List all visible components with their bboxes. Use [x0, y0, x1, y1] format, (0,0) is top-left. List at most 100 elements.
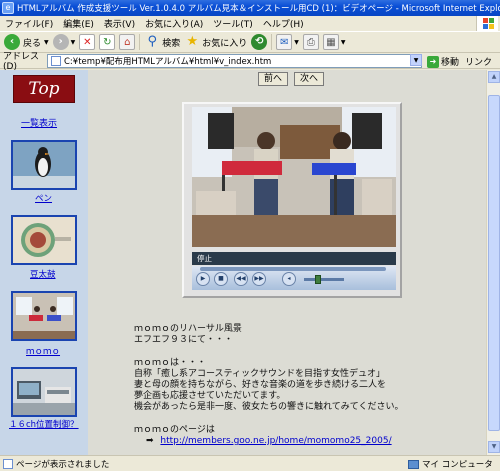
zone-label: マイ コンピュータ: [422, 460, 493, 470]
next-track-button[interactable]: ▶▶: [252, 272, 266, 286]
menu-favorites[interactable]: お気に入り(A): [140, 17, 208, 30]
previous-track-button[interactable]: ◀◀: [234, 272, 248, 286]
favorites-label: お気に入り: [202, 38, 248, 49]
home-icon: ⌂: [119, 34, 136, 50]
thumbnail-momo[interactable]: [11, 291, 77, 341]
address-label: アドレス(D): [3, 52, 40, 72]
description-line-1: ｍｏｍｏのリハーサル風景: [134, 324, 242, 334]
thumbnail-16ch[interactable]: [11, 367, 77, 417]
chevron-down-icon: ▼: [294, 38, 299, 46]
arrow-right-icon: ➡: [146, 436, 154, 446]
status-text: ページが表示されました: [16, 459, 110, 470]
description-line-7: 機会があったら是非一度、彼女たちの響きに触れてみてください。: [134, 402, 404, 412]
title-bar: e HTMLアルバム 作成支援ツール Ver.1.0.4.0 アルバム見本＆イン…: [0, 0, 500, 16]
back-arrow-icon: ‹: [4, 34, 20, 50]
favorites-button[interactable]: ★ お気に入り: [184, 34, 247, 50]
toolbar-separator: [139, 34, 141, 50]
edit-icon: ▦: [322, 34, 339, 50]
page-done-icon: [3, 458, 13, 469]
main-area: 前へ 次へ 停止 ▶ ■ ◀◀ ▶▶ ◂ ｍｏｍｏのリハーサル風景 エフエフ９３…: [88, 70, 486, 455]
home-button[interactable]: ⌂: [119, 34, 136, 50]
address-input[interactable]: C:¥temp¥配布用HTMLアルバム¥html¥v_index.htm: [47, 54, 422, 68]
sidebar: Top 一覧表示 ペン 豆太鼓 ｍｏｍｏ １６ch位置制御？: [0, 70, 88, 455]
caption-penguin[interactable]: ペン: [35, 192, 52, 204]
description-line-8: ｍｏｍｏのページは: [134, 425, 215, 435]
caption-16ch[interactable]: １６ch位置制御？: [9, 418, 79, 430]
go-arrow-icon: ➜: [427, 55, 439, 68]
seek-bar[interactable]: [200, 267, 386, 271]
mail-button[interactable]: ✉ ▼: [276, 34, 299, 50]
window-title: HTMLアルバム 作成支援ツール Ver.1.0.4.0 アルバム見本＆インスト…: [17, 4, 500, 14]
menu-edit[interactable]: 編集(E): [58, 17, 99, 30]
play-button[interactable]: ▶: [196, 272, 210, 286]
address-value: C:¥temp¥配布用HTMLアルバム¥html¥v_index.htm: [64, 57, 272, 67]
history-button[interactable]: ⟲: [251, 34, 268, 50]
thumbnail-drum[interactable]: [11, 215, 77, 265]
menu-bar: ファイル(F) 編集(E) 表示(V) お気に入り(A) ツール(T) ヘルプ(…: [0, 16, 500, 31]
page-icon: [51, 56, 61, 66]
penguin-image: [13, 142, 75, 188]
index-link[interactable]: 一覧表示: [21, 116, 57, 129]
16ch-image: [13, 369, 75, 415]
page-content: Top 一覧表示 ペン 豆太鼓 ｍｏｍｏ １６ch位置制御？ 前へ 次へ 停止 …: [0, 70, 486, 455]
menu-file[interactable]: ファイル(F): [0, 17, 58, 30]
prev-button[interactable]: 前へ: [258, 72, 288, 86]
menu-help[interactable]: ヘルプ(H): [258, 17, 309, 30]
stop-icon: ✕: [79, 34, 96, 50]
chevron-down-icon: ▼: [340, 38, 346, 46]
chevron-down-icon: ▼: [44, 38, 49, 46]
back-label: 戻る: [23, 38, 42, 49]
links-button[interactable]: リンク: [465, 55, 492, 68]
drum-image: [13, 217, 75, 263]
description-line-6: 夢企画も応援させていただいてます。: [134, 391, 286, 401]
ie-icon: e: [2, 2, 14, 14]
go-label: 移動: [441, 58, 460, 68]
description-line-2: エフエフ９３にて・・・: [134, 335, 234, 345]
forward-arrow-icon: ›: [52, 34, 69, 50]
scroll-up-icon[interactable]: ▲: [488, 71, 500, 83]
search-button[interactable]: ⚲ 検索: [144, 34, 181, 50]
edit-button[interactable]: ▦ ▼: [322, 34, 346, 50]
security-zone: マイ コンピュータ: [408, 458, 493, 470]
volume-slider[interactable]: [304, 278, 344, 281]
next-button[interactable]: 次へ: [294, 72, 324, 86]
video-frame[interactable]: [192, 107, 396, 247]
volume-knob[interactable]: [315, 275, 321, 284]
toolbar-separator: [271, 34, 273, 50]
search-icon: ⚲: [147, 34, 158, 49]
refresh-button[interactable]: ↻: [99, 34, 116, 50]
forward-button[interactable]: › ▼: [52, 34, 76, 50]
mute-button[interactable]: ◂: [282, 272, 296, 286]
scroll-thumb[interactable]: [488, 95, 500, 431]
stop-media-button[interactable]: ■: [214, 272, 228, 286]
description-line-3: ｍｏｍｏは・・・: [134, 358, 207, 368]
stop-button[interactable]: ✕: [79, 34, 96, 50]
status-bar: ページが表示されました マイ コンピュータ: [0, 455, 500, 471]
address-dropdown-icon[interactable]: ▼: [410, 54, 422, 66]
caption-drum[interactable]: 豆太鼓: [30, 268, 56, 280]
star-icon: ★: [186, 34, 199, 49]
computer-icon: [408, 459, 419, 469]
vertical-scrollbar[interactable]: ▲ ▼: [486, 70, 500, 455]
scroll-down-icon[interactable]: ▼: [488, 441, 500, 453]
menu-tools[interactable]: ツール(T): [208, 17, 258, 30]
windows-logo-icon: [476, 16, 498, 31]
toolbar: ‹ 戻る ▼ › ▼ ✕ ↻ ⌂ ⚲ 検索 ★ お気に入り ⟲ ✉ ▼ ⎙ ▦ …: [0, 31, 500, 53]
refresh-icon: ↻: [99, 34, 116, 50]
back-button[interactable]: ‹ 戻る ▼: [4, 34, 49, 50]
top-logo-link[interactable]: Top: [13, 75, 75, 103]
print-button[interactable]: ⎙: [302, 34, 319, 50]
thumbnail-penguin[interactable]: [11, 140, 77, 190]
media-player: 停止 ▶ ■ ◀◀ ▶▶ ◂: [182, 102, 402, 298]
go-button[interactable]: ➜ 移動: [427, 55, 459, 68]
homepage-line: ➡ http://members.goo.ne.jp/home/momomo25…: [146, 436, 392, 447]
homepage-link[interactable]: http://members.goo.ne.jp/home/momomo25_2…: [160, 436, 391, 446]
rehearsal-video-image: [192, 107, 396, 247]
caption-momo[interactable]: ｍｏｍｏ: [26, 345, 60, 357]
momo-image: [13, 293, 75, 339]
description-line-4: 自称「癒し系アコースティックサウンドを目指す女性デュオ」: [134, 369, 386, 379]
menu-view[interactable]: 表示(V): [99, 17, 140, 30]
address-bar: アドレス(D) C:¥temp¥配布用HTMLアルバム¥html¥v_index…: [0, 52, 500, 72]
chevron-down-icon: ▼: [70, 38, 76, 46]
print-icon: ⎙: [302, 34, 319, 50]
